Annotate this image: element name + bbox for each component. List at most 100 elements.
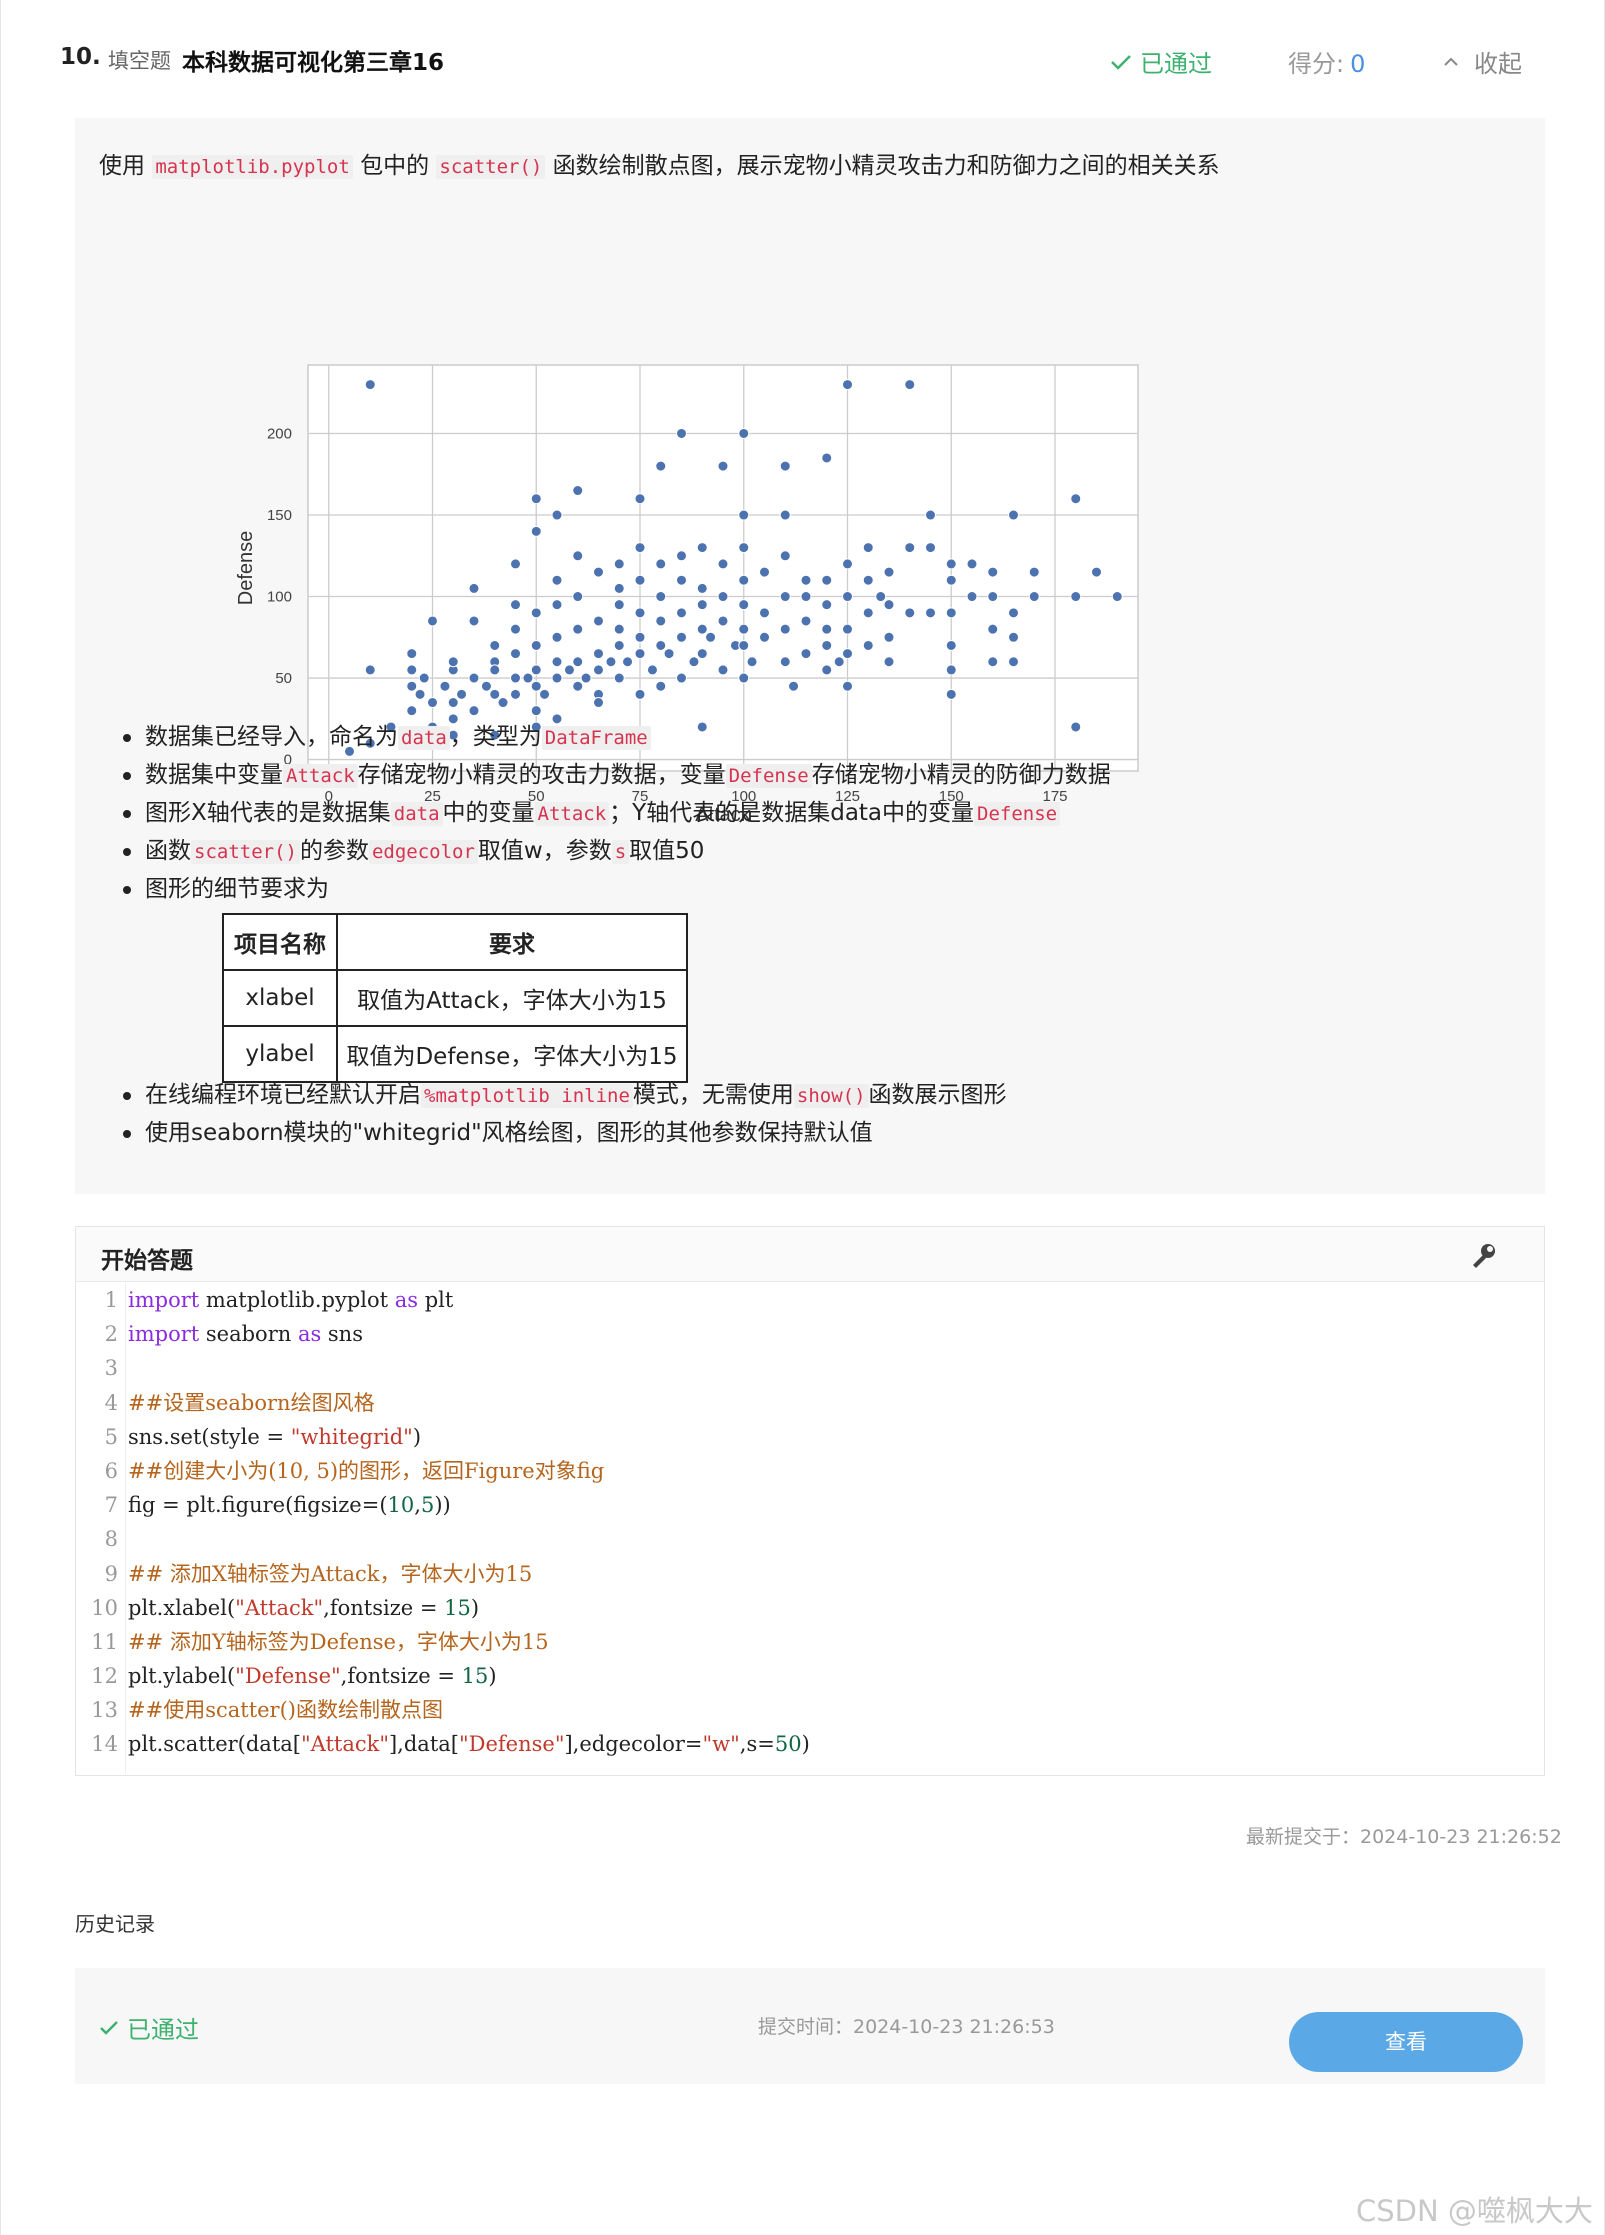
line-number: 7: [104, 1493, 118, 1518]
code-token: ## 添加X轴标签为Attack，字体大小为15: [128, 1561, 533, 1586]
code-token: 15: [461, 1664, 489, 1689]
text: 图形X轴代表的是数据集: [145, 800, 391, 826]
scatter-point: [883, 631, 895, 643]
scatter-point: [510, 558, 521, 570]
question-type: 填空题: [108, 49, 171, 73]
scatter-point: [862, 542, 874, 554]
scatter-point: [539, 688, 551, 700]
scatter-point: [738, 599, 750, 611]
scatter-point: [779, 656, 791, 668]
scatter-point: [563, 664, 575, 676]
requirements-list: 数据集已经导入，命名为 data ，类型为 DataFrame 数据集中变量 Attac…: [123, 718, 1525, 908]
requirements-table: 项目名称 要求 xlabel 取值为Attack，字体大小为15 ylabel …: [222, 913, 688, 1083]
scatter-point: [738, 427, 750, 439]
text: 取值w，参数: [477, 838, 612, 864]
scatter-point: [580, 672, 592, 684]
y-tick-label: 100: [267, 589, 292, 606]
scatter-point: [945, 607, 957, 619]
scatter-point: [688, 656, 700, 668]
scatter-point: [605, 656, 617, 668]
scatter-point: [966, 591, 978, 603]
list-item: 图形的细节要求为: [123, 870, 1525, 908]
y-tick-label: 150: [267, 507, 292, 524]
line-number: 1: [104, 1288, 118, 1312]
scatter-point: [655, 615, 667, 627]
code: s: [611, 840, 630, 864]
scatter-point: [842, 558, 853, 570]
scatter-point: [418, 672, 430, 684]
view-button[interactable]: 查看: [1289, 2012, 1523, 2072]
text: ；Y轴代表的是数据集data中的变量: [609, 800, 975, 826]
scatter-point: [572, 656, 584, 668]
table-header: 项目名称: [222, 913, 338, 971]
code: Defense: [974, 802, 1061, 826]
scatter-point: [842, 379, 853, 391]
table-row: ylabel 取值为Defense，字体大小为15: [222, 1025, 688, 1083]
scatter-point: [530, 664, 542, 676]
text: 使用seaborn模块的"whitegrid"风格绘图，图形的其他参数保持默认值: [145, 1120, 873, 1146]
scatter-point: [800, 615, 812, 627]
collapse-button[interactable]: 收起: [1442, 44, 1522, 79]
scatter-point: [613, 623, 625, 635]
text: ，类型为: [449, 724, 542, 750]
scatter-point: [788, 680, 800, 692]
scatter-point: [497, 697, 509, 709]
scatter-point: [875, 591, 887, 603]
list-item: 数据集中变量 Attack 存储宠物小精灵的攻击力数据，变量 Defense 存储宠物小…: [123, 756, 1525, 794]
scatter-point: [655, 639, 667, 651]
code-token: )): [434, 1493, 451, 1518]
scatter-point: [593, 664, 604, 676]
text: 图形的细节要求为: [145, 876, 329, 902]
scatter-point: [738, 574, 750, 586]
code-token: "Defense": [458, 1732, 565, 1757]
scatter-point: [530, 493, 542, 505]
code-token: 50: [774, 1732, 802, 1757]
code-editor[interactable]: 1 import matplotlib.pyplot as plt 2 import …: [76, 1283, 1544, 1762]
code-token: as: [297, 1322, 322, 1347]
code-token: sns.set(style =: [128, 1424, 291, 1449]
code-text: plt.ylabel("Defense",fontsize = 15): [128, 1659, 497, 1693]
scatter-point: [468, 705, 480, 717]
scatter-point: [945, 664, 957, 676]
code-text: plt.xlabel("Attack",fontsize = 15): [128, 1591, 479, 1625]
scatter-point: [987, 623, 999, 635]
wrench-icon[interactable]: [1468, 1241, 1498, 1271]
scatter-point: [551, 656, 563, 668]
scatter-point: [987, 656, 999, 668]
code: Defense: [725, 764, 812, 788]
scatter-point: [987, 591, 999, 603]
scatter-point: [447, 656, 459, 668]
question-description: 使用 matplotlib.pyplot 包中的 scatter() 函数绘制散…: [75, 118, 1545, 1194]
scatter-point: [364, 379, 376, 391]
code-token: as: [394, 1288, 419, 1312]
code-token: "w": [702, 1732, 740, 1757]
scatter-point: [738, 542, 750, 554]
scatter-point: [510, 623, 521, 635]
answer-title: 开始答题: [101, 1248, 193, 1274]
history-record: 已通过 提交时间：2024-10-23 21:26:53 查看: [75, 1968, 1545, 2084]
scatter-point: [572, 485, 584, 497]
code-token: ##使用scatter()函数绘制散点图: [128, 1698, 443, 1723]
scatter-point: [676, 427, 687, 439]
scatter-point: [572, 623, 584, 635]
scatter-point: [551, 672, 563, 684]
scatter-point: [717, 664, 729, 676]
code-line: 3: [76, 1351, 1544, 1385]
line-number: 13: [91, 1698, 118, 1723]
check-icon: [100, 2020, 118, 2035]
code-text: ##创建大小为(10, 5)的图形，返回Figure对象fig: [128, 1454, 604, 1488]
page-left-border: [0, 0, 1, 2235]
list-item: 函数 scatter() 的参数 edgecolor 取值w，参数 s 取值50: [123, 832, 1525, 870]
scatter-point: [842, 680, 853, 692]
code-token: import: [128, 1322, 200, 1347]
scatter-point: [427, 697, 438, 709]
scatter-point: [593, 566, 604, 578]
code-text: sns.set(style = "whitegrid"): [128, 1420, 421, 1454]
code: data: [390, 802, 443, 826]
scatter-point: [551, 631, 563, 643]
y-tick-label: 50: [275, 670, 292, 687]
scatter-point: [530, 525, 542, 537]
scatter-point: [593, 648, 604, 660]
code: %matplotlib inline: [421, 1084, 633, 1108]
scatter-point: [696, 623, 708, 635]
